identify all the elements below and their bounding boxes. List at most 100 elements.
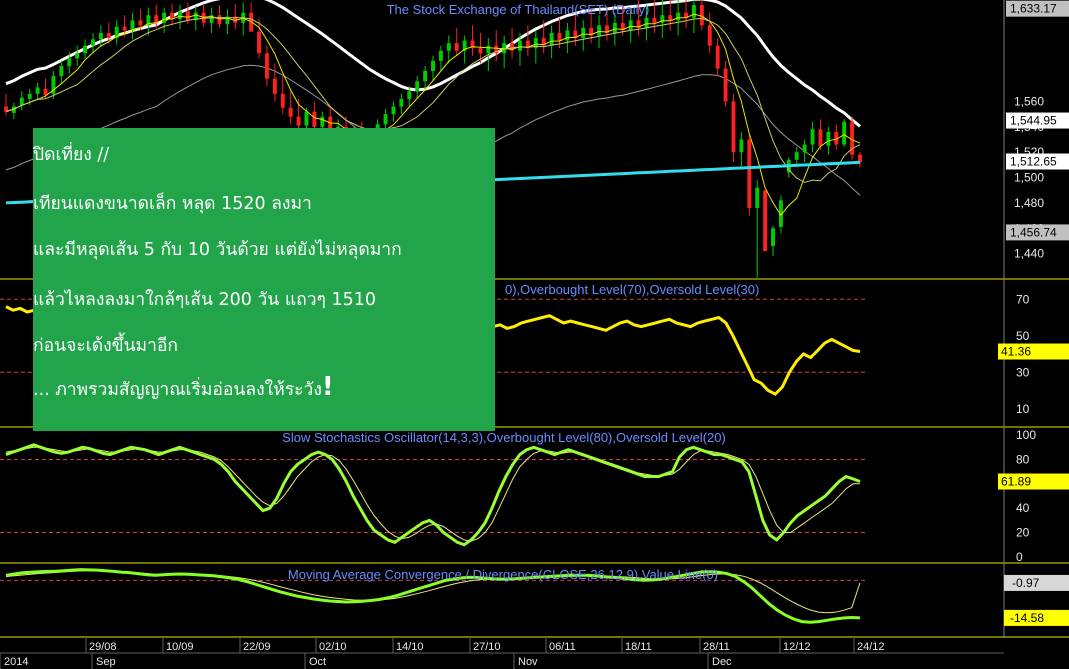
candle-body	[272, 78, 277, 94]
candle-body	[257, 31, 261, 54]
candle-body	[612, 22, 617, 33]
candle-body	[288, 107, 293, 117]
right-axis: 1,4401,4601,4801,5001,5201,5401,5601,633…	[998, 0, 1069, 626]
candle-body	[652, 17, 657, 23]
stochastic-panel-title: Slow Stochastics Oscillator(14,3,3),Over…	[282, 430, 726, 445]
date-label: 02/10	[319, 641, 347, 653]
candle-body	[383, 114, 388, 125]
candle-body	[707, 25, 712, 46]
macd-panel: Moving Average Convergence / Divergence(…	[0, 567, 866, 624]
stochastic-panel: Slow Stochastics Oscillator(14,3,3),Over…	[0, 430, 866, 547]
candle-body	[818, 129, 823, 146]
candle-body	[296, 116, 301, 126]
date-label: 18/11	[625, 641, 652, 653]
date-label: 22/09	[243, 641, 271, 653]
rsi-tick-label: 50	[1016, 329, 1030, 343]
candle-body	[431, 60, 435, 72]
candle-body	[478, 48, 483, 54]
candle-body	[320, 116, 325, 127]
candle-body	[747, 139, 752, 208]
candle-body	[91, 39, 95, 46]
rsi-value-label: 41.36	[1001, 345, 1031, 359]
candle-body	[794, 152, 799, 160]
annotation-line-3: และมีหลุดเส้น 5 กับ 10 วันด้วย แต่ยังไม่…	[33, 240, 402, 260]
candle-body	[771, 228, 775, 247]
month-label: Nov	[518, 656, 538, 668]
stochastic-tick-label: 80	[1016, 452, 1030, 466]
candle-body	[676, 12, 681, 21]
candle-body	[391, 106, 396, 115]
candle-body	[75, 53, 80, 59]
candle-body	[802, 144, 807, 153]
candle-body	[699, 5, 704, 26]
candle-body	[581, 27, 586, 39]
price-tick-label: 1,440	[1014, 247, 1044, 261]
candle-body	[549, 32, 554, 46]
macd-signal-label: -0.97	[1012, 576, 1040, 590]
candle-body	[407, 91, 412, 99]
annotation-line-4: แล้วไหลงลงมาใกล้ๆเส้น 200 วัน แถวๆ 1510	[33, 290, 377, 310]
price-tag-label: 1,544.95	[1010, 114, 1057, 128]
candle-body	[122, 26, 127, 31]
candle-body	[178, 11, 182, 20]
candle-body	[312, 111, 317, 127]
candle-body	[842, 121, 847, 145]
annotation-line-1: ปิดเที่ยง //	[33, 145, 110, 165]
date-label: 10/09	[166, 641, 194, 653]
price-tag-label: 1,512.65	[1010, 155, 1057, 169]
price-tag-label: 1,456.74	[1010, 225, 1057, 239]
candle-body	[59, 65, 64, 77]
candle-body	[98, 32, 103, 40]
date-label: 12/12	[783, 641, 811, 653]
annotation-line-6: ... ภาพรวมสัญญาณเริ่มอ่อนลงให้ระวัง	[33, 380, 322, 400]
stochastic-tick-label: 20	[1016, 526, 1030, 540]
candle-body	[438, 50, 443, 61]
candle-body	[486, 45, 491, 54]
candle-body	[810, 129, 815, 145]
candle-body	[185, 11, 190, 21]
price-tick-label: 1,500	[1014, 171, 1044, 185]
candle-body	[715, 45, 720, 69]
date-label: 29/08	[89, 641, 117, 653]
candle-body	[668, 15, 673, 21]
month-label: 2014	[4, 656, 28, 668]
candle-body	[755, 187, 760, 208]
candle-body	[138, 20, 143, 26]
candle-body	[446, 43, 451, 51]
candle-body	[415, 81, 420, 92]
candle-body	[565, 30, 570, 41]
price-panel-title: The Stock Exchange of Thailand(SET) (Dai…	[387, 2, 650, 17]
candle-body	[557, 32, 562, 41]
price-tick-label: 1,560	[1014, 94, 1044, 108]
month-label: Oct	[309, 656, 326, 668]
macd-panel-title: Moving Average Convergence / Divergence(…	[288, 567, 718, 582]
stochastic-tick-label: 40	[1016, 501, 1030, 515]
stochastic-d-line	[5, 446, 860, 542]
candle-body	[518, 40, 522, 51]
candle-body	[723, 68, 728, 102]
candle-body	[264, 53, 269, 79]
date-label: 27/10	[473, 641, 501, 653]
candle-body	[162, 12, 167, 23]
rsi-tick-label: 10	[1016, 402, 1030, 416]
date-label: 24/12	[857, 641, 885, 653]
date-label: 06/11	[549, 641, 576, 653]
month-label: Sep	[96, 656, 116, 668]
annotation-line-5: ก่อนจะเด้งขึ้นมาอีก	[33, 336, 179, 356]
candle-body	[43, 88, 48, 96]
candle-body	[644, 17, 649, 28]
candle-body	[83, 45, 88, 54]
candle-body	[19, 97, 24, 106]
rsi-tick-label: 30	[1016, 365, 1030, 379]
stochastic-tick-label: 100	[1016, 428, 1036, 442]
candle-body	[763, 190, 768, 252]
candle-body	[423, 71, 428, 82]
candle-body	[691, 5, 696, 18]
candle-body	[739, 139, 744, 153]
candle-body	[304, 111, 309, 126]
annotation-box: ปิดเที่ยง // เทียนแดงขนาดเล็ก หลุด 1520 …	[33, 128, 495, 431]
month-label: Dec	[712, 656, 732, 668]
candle-body	[106, 32, 111, 39]
stochastic-value-label: 61.89	[1001, 475, 1031, 489]
candle-body	[130, 20, 135, 31]
